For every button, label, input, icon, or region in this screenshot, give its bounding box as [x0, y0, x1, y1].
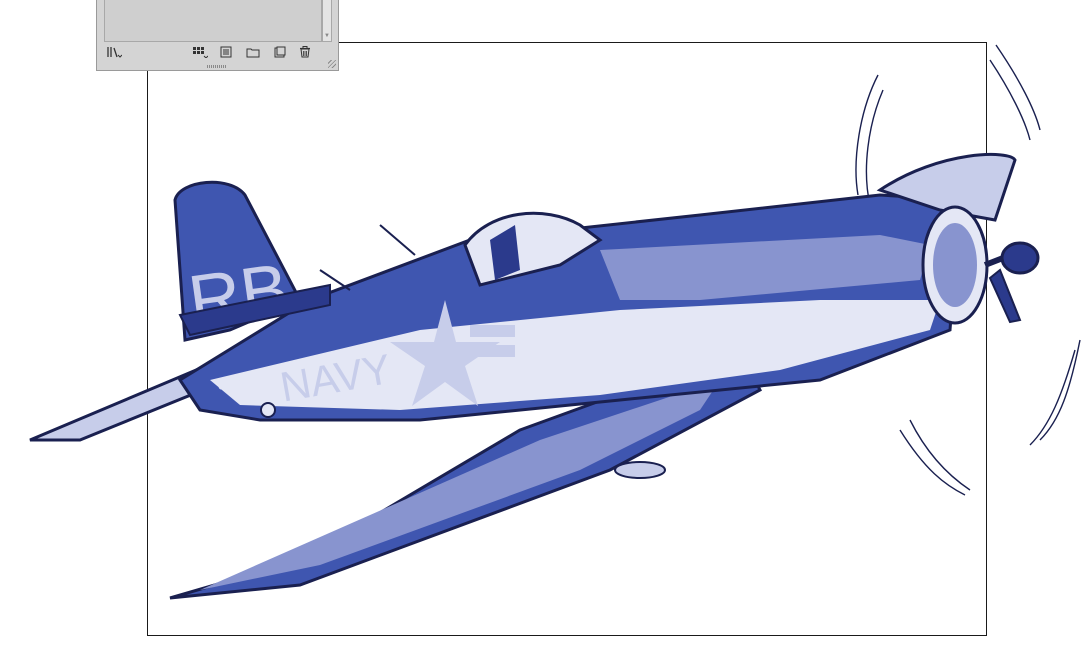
- panel-scrollbar[interactable]: ▼: [322, 0, 332, 42]
- folder-icon[interactable]: [244, 44, 262, 60]
- panel-drag-grip[interactable]: [207, 65, 227, 68]
- panel-toolbar: [97, 43, 338, 61]
- artwork-corsair: RB NAVY OBEAS: [29, 44, 1081, 600]
- scroll-down-icon[interactable]: ▼: [324, 33, 330, 39]
- panel-resize-handle[interactable]: [328, 60, 336, 68]
- new-item-icon[interactable]: [271, 44, 289, 60]
- floating-panel: ▼: [96, 0, 339, 71]
- properties-icon[interactable]: [217, 44, 235, 60]
- grid-view-icon[interactable]: [191, 44, 209, 60]
- panel-list[interactable]: [104, 0, 322, 42]
- spinner: [1000, 241, 1040, 275]
- trash-icon[interactable]: [296, 44, 314, 60]
- libraries-icon[interactable]: [105, 44, 123, 60]
